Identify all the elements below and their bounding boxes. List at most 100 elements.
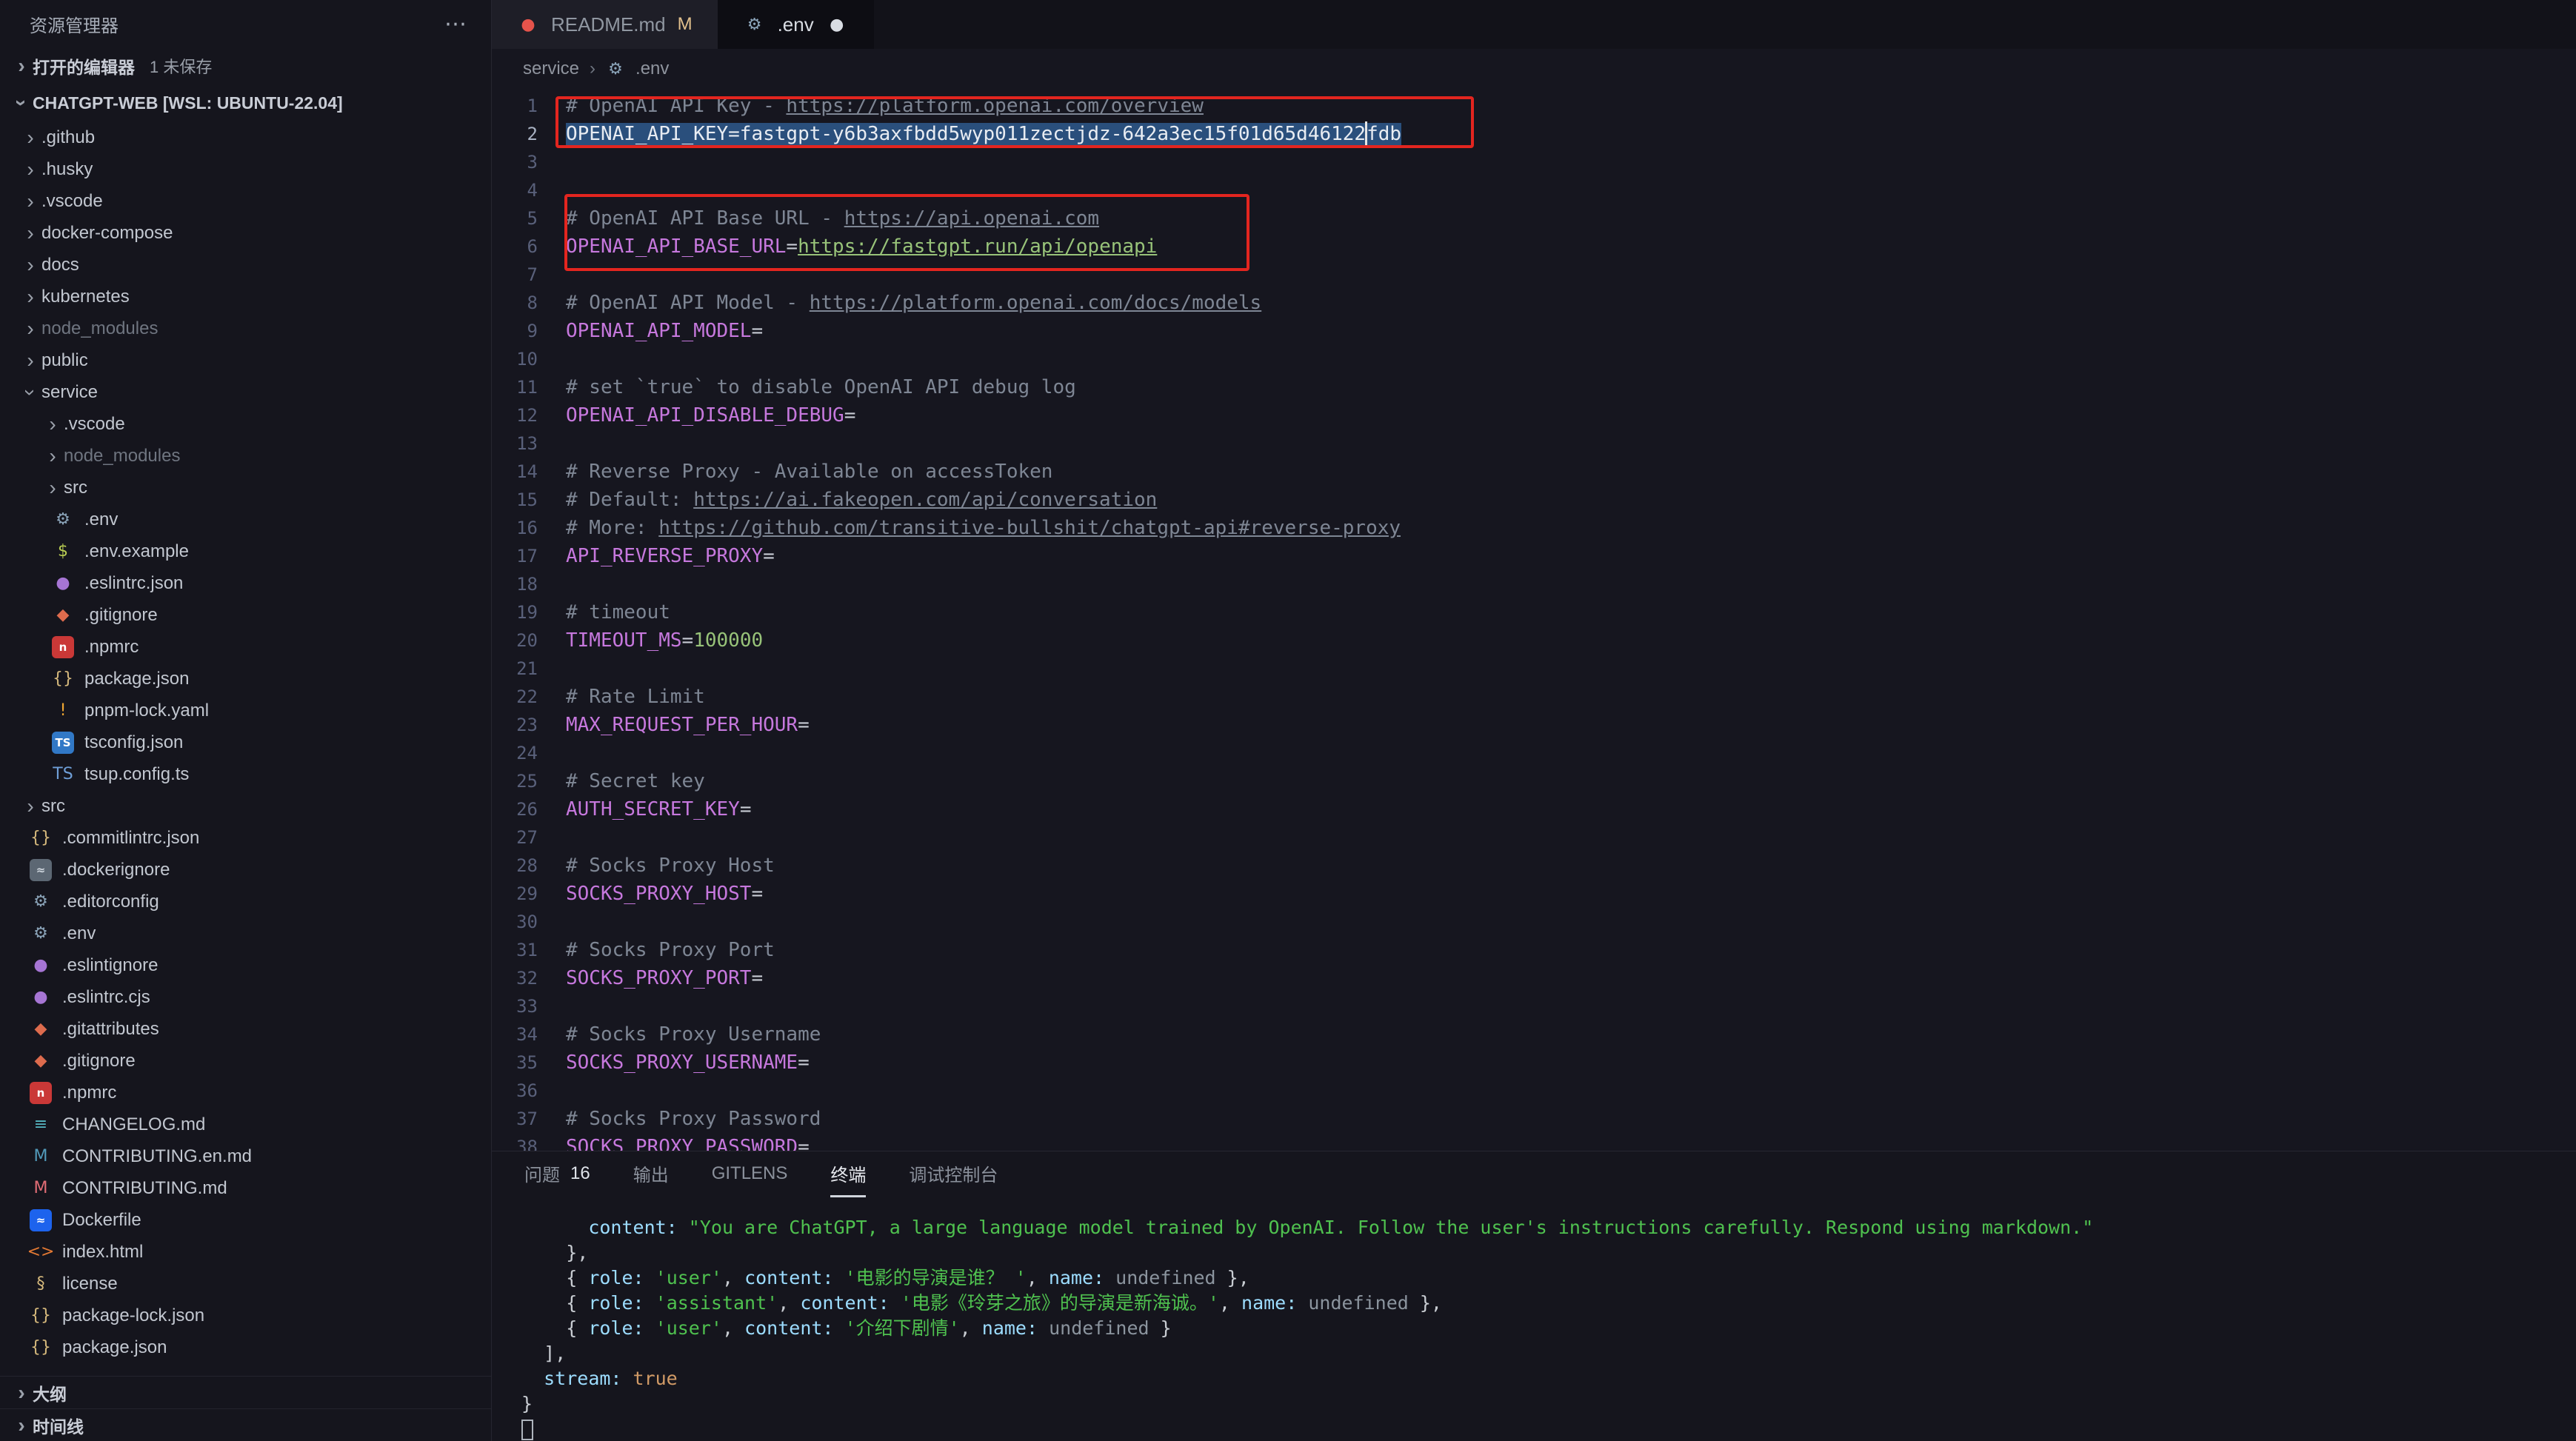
tree-file-.eslintrc.json[interactable]: ●.eslintrc.json — [0, 567, 491, 599]
terminal-pane[interactable]: content: "You are ChatGPT, a large langu… — [492, 1197, 2576, 1441]
breadcrumb[interactable]: service › ⚙ .env — [492, 49, 2576, 89]
tree-file-.commitlintrc.json[interactable]: {}.commitlintrc.json — [0, 822, 491, 854]
code-line-29[interactable]: 29SOCKS_PROXY_HOST= — [492, 880, 2576, 908]
chevron-right-icon: › — [10, 1383, 33, 1403]
code-line-8[interactable]: 8# OpenAI API Model - https://platform.o… — [492, 289, 2576, 317]
tree-file-.eslintrc.cjs[interactable]: ●.eslintrc.cjs — [0, 981, 491, 1013]
code-line-37[interactable]: 37# Socks Proxy Password — [492, 1105, 2576, 1133]
code-line-7[interactable]: 7 — [492, 261, 2576, 289]
tree-file-CONTRIBUTING.en.md[interactable]: MCONTRIBUTING.en.md — [0, 1140, 491, 1172]
code-line-35[interactable]: 35SOCKS_PROXY_USERNAME= — [492, 1049, 2576, 1077]
code-line-32[interactable]: 32SOCKS_PROXY_PORT= — [492, 964, 2576, 992]
tree-file-index.html[interactable]: <>index.html — [0, 1236, 491, 1268]
tree-file-.env[interactable]: ⚙.env — [0, 504, 491, 535]
tree-file-package-lock.json[interactable]: {}package-lock.json — [0, 1300, 491, 1331]
file-label: .husky — [41, 159, 93, 180]
panel-tab-调试控制台[interactable]: 调试控制台 — [909, 1151, 998, 1197]
tree-folder-.vscode[interactable]: ›.vscode — [0, 185, 491, 217]
panel-tab-输出[interactable]: 输出 — [633, 1151, 669, 1197]
tree-folder-.github[interactable]: ›.github — [0, 121, 491, 153]
code-line-24[interactable]: 24 — [492, 739, 2576, 767]
more-actions-icon[interactable]: ⋯ — [444, 11, 469, 37]
code-line-17[interactable]: 17API_REVERSE_PROXY= — [492, 542, 2576, 570]
tree-file-package.json[interactable]: {}package.json — [0, 663, 491, 695]
code-line-6[interactable]: 6OPENAI_API_BASE_URL=https://fastgpt.run… — [492, 233, 2576, 261]
tree-folder-node_modules[interactable]: ›node_modules — [0, 312, 491, 344]
tree-folder-docker-compose[interactable]: ›docker-compose — [0, 217, 491, 249]
tree-file-.env.example[interactable]: $.env.example — [0, 535, 491, 567]
code-line-14[interactable]: 14# Reverse Proxy - Available on accessT… — [492, 458, 2576, 486]
tree-file-tsup.config.ts[interactable]: TStsup.config.ts — [0, 758, 491, 790]
code-line-13[interactable]: 13 — [492, 429, 2576, 458]
tree-file-.editorconfig[interactable]: ⚙.editorconfig — [0, 886, 491, 917]
explorer-title: 资源管理器 — [30, 11, 119, 37]
open-editors-section[interactable]: › 打开的编辑器 1 未保存 — [0, 47, 491, 84]
code-line-9[interactable]: 9OPENAI_API_MODEL= — [492, 317, 2576, 345]
tree-file-pnpm-lock.yaml[interactable]: !pnpm-lock.yaml — [0, 695, 491, 726]
code-line-18[interactable]: 18 — [492, 570, 2576, 598]
code-line-28[interactable]: 28# Socks Proxy Host — [492, 852, 2576, 880]
tree-file-CONTRIBUTING.md[interactable]: MCONTRIBUTING.md — [0, 1172, 491, 1204]
code-line-19[interactable]: 19# timeout — [492, 598, 2576, 626]
tree-folder-.vscode[interactable]: ›.vscode — [0, 408, 491, 440]
tree-file-.npmrc[interactable]: n.npmrc — [0, 631, 491, 663]
tree-file-package.json[interactable]: {}package.json — [0, 1331, 491, 1363]
terminal-token — [890, 1292, 901, 1314]
tree-file-.gitignore[interactable]: ◆.gitignore — [0, 599, 491, 631]
code-line-12[interactable]: 12OPENAI_API_DISABLE_DEBUG= — [492, 401, 2576, 429]
tree-folder-node_modules[interactable]: ›node_modules — [0, 440, 491, 472]
code-line-31[interactable]: 31# Socks Proxy Port — [492, 936, 2576, 964]
code-line-38[interactable]: 38SOCKS_PROXY_PASSWORD= — [492, 1133, 2576, 1151]
code-line-1[interactable]: 1# OpenAI API Key - https://platform.ope… — [492, 92, 2576, 120]
tree-file-CHANGELOG.md[interactable]: ≡CHANGELOG.md — [0, 1109, 491, 1140]
tree-folder-kubernetes[interactable]: ›kubernetes — [0, 281, 491, 312]
panel-tab-终端[interactable]: 终端 — [830, 1151, 866, 1197]
tree-folder-service[interactable]: ›service — [0, 376, 491, 408]
tree-file-Dockerfile[interactable]: ≈Dockerfile — [0, 1204, 491, 1236]
tree-file-.eslintignore[interactable]: ●.eslintignore — [0, 949, 491, 981]
tree-folder-public[interactable]: ›public — [0, 344, 491, 376]
code-line-27[interactable]: 27 — [492, 823, 2576, 852]
tree-file-.env[interactable]: ⚙.env — [0, 917, 491, 949]
code-line-26[interactable]: 26AUTH_SECRET_KEY= — [492, 795, 2576, 823]
code-line-20[interactable]: 20TIMEOUT_MS=100000 — [492, 626, 2576, 655]
code-line-10[interactable]: 10 — [492, 345, 2576, 373]
editor-pane[interactable]: 1# OpenAI API Key - https://platform.ope… — [492, 89, 2576, 1151]
code-line-4[interactable]: 4 — [492, 176, 2576, 204]
code-line-22[interactable]: 22# Rate Limit — [492, 683, 2576, 711]
tree-file-tsconfig.json[interactable]: TStsconfig.json — [0, 726, 491, 758]
tree-file-.dockerignore[interactable]: ≈.dockerignore — [0, 854, 491, 886]
terminal-token: undefined — [1115, 1267, 1215, 1288]
code-line-34[interactable]: 34# Socks Proxy Username — [492, 1020, 2576, 1049]
code-line-25[interactable]: 25# Secret key — [492, 767, 2576, 795]
tree-folder-src[interactable]: ›src — [0, 472, 491, 504]
tree-file-.npmrc[interactable]: n.npmrc — [0, 1077, 491, 1109]
outline-section[interactable]: › 大纲 — [0, 1376, 491, 1408]
tree-folder-.husky[interactable]: ›.husky — [0, 153, 491, 185]
code-line-3[interactable]: 3 — [492, 148, 2576, 176]
code-line-2[interactable]: 2OPENAI_API_KEY=fastgpt-y6b3axfbdd5wyp01… — [492, 120, 2576, 148]
code-line-33[interactable]: 33 — [492, 992, 2576, 1020]
tree-file-.gitattributes[interactable]: ◆.gitattributes — [0, 1013, 491, 1045]
breadcrumb-item-env[interactable]: .env — [635, 58, 669, 79]
tree-folder-src[interactable]: ›src — [0, 790, 491, 822]
code-line-23[interactable]: 23MAX_REQUEST_PER_HOUR= — [492, 711, 2576, 739]
timeline-section[interactable]: › 时间线 — [0, 1408, 491, 1441]
tree-file-license[interactable]: §license — [0, 1268, 491, 1300]
tree-file-.gitignore[interactable]: ◆.gitignore — [0, 1045, 491, 1077]
code-line-5[interactable]: 5# OpenAI API Base URL - https://api.ope… — [492, 204, 2576, 233]
breadcrumb-item-service[interactable]: service — [523, 58, 579, 79]
code-line-21[interactable]: 21 — [492, 655, 2576, 683]
tab-README.md[interactable]: ●README.mdM — [492, 0, 718, 49]
panel-tab-问题[interactable]: 问题16 — [524, 1151, 590, 1197]
tab-.env[interactable]: ⚙.env● — [718, 0, 874, 49]
code-line-15[interactable]: 15# Default: https://ai.fakeopen.com/api… — [492, 486, 2576, 514]
file-label: .eslintignore — [62, 955, 158, 976]
code-line-30[interactable]: 30 — [492, 908, 2576, 936]
panel-tab-GITLENS[interactable]: GITLENS — [712, 1151, 788, 1197]
code-line-16[interactable]: 16# More: https://github.com/transitive-… — [492, 514, 2576, 542]
tree-folder-docs[interactable]: ›docs — [0, 249, 491, 281]
workspace-section[interactable]: › CHATGPT-WEB [WSL: UBUNTU-22.04] — [0, 84, 491, 121]
code-line-36[interactable]: 36 — [492, 1077, 2576, 1105]
code-line-11[interactable]: 11# set `true` to disable OpenAI API deb… — [492, 373, 2576, 401]
